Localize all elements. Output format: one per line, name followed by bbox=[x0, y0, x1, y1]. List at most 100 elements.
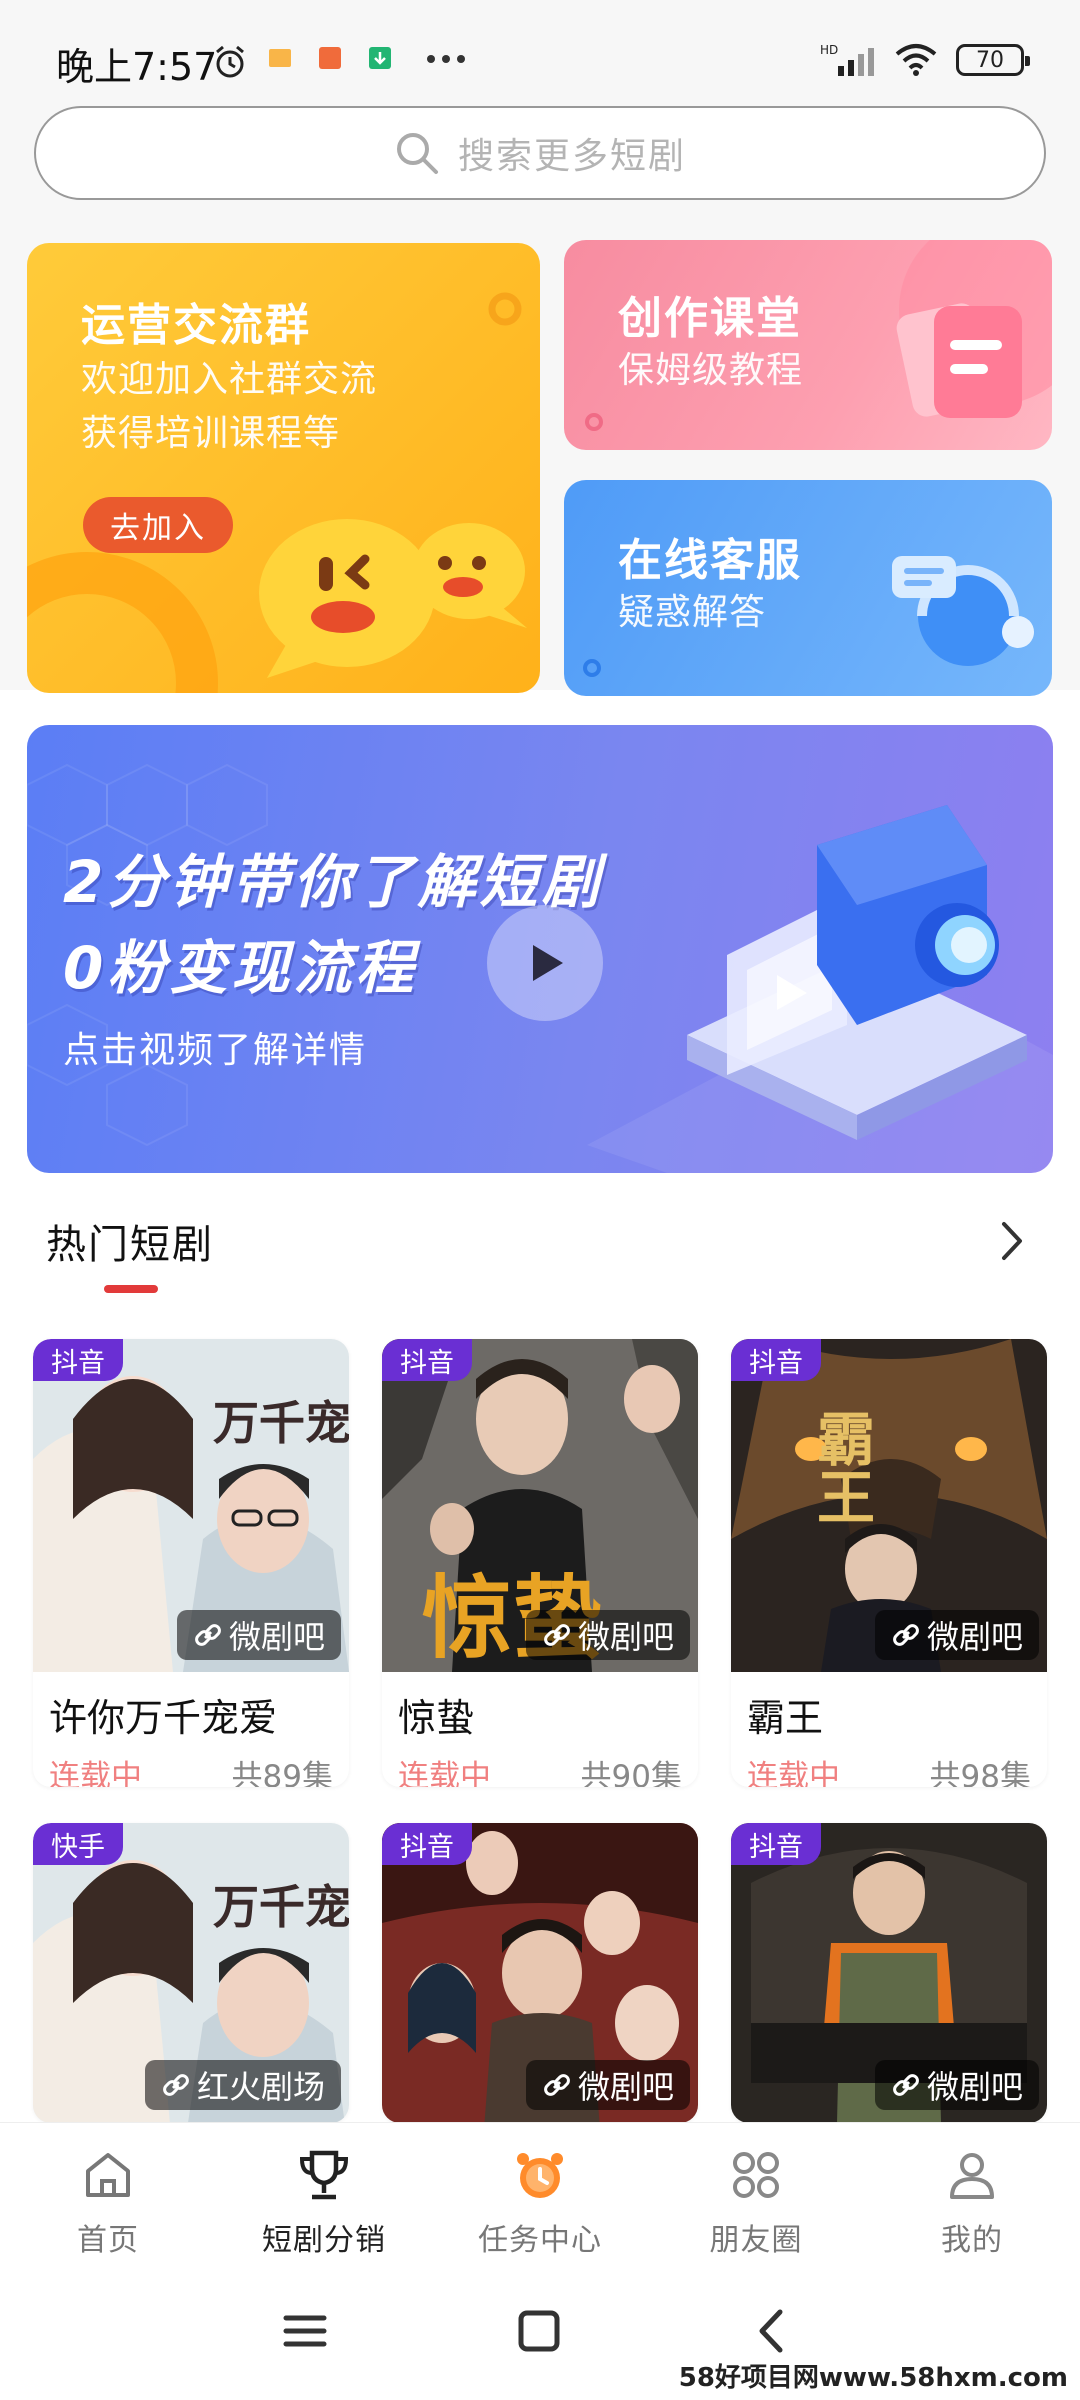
source-badge: 微剧吧 bbox=[874, 2060, 1039, 2110]
nav-drama-distribution[interactable]: 短剧分销 bbox=[216, 2123, 432, 2261]
service-card-subtitle: 疑惑解答 bbox=[618, 592, 767, 633]
source-badge: 红火剧场 bbox=[144, 2060, 341, 2110]
drama-poster[interactable]: 惊蛰 抖音 微剧吧 bbox=[382, 1339, 698, 1672]
link-icon bbox=[163, 2074, 189, 2096]
source-label: 微剧吧 bbox=[926, 2068, 1023, 2106]
drama-title: 惊蛰 bbox=[398, 1696, 475, 1740]
drama-episodes: 共89集 bbox=[231, 1759, 333, 1787]
source-label: 微剧吧 bbox=[577, 2068, 674, 2106]
banner-headline-1: 2分钟带你了解短剧 bbox=[63, 848, 604, 916]
community-group-card[interactable]: 运营交流群 欢迎加入社群交流 获得培训课程等 去加入 bbox=[27, 243, 540, 693]
status-time: 晚上7:57 bbox=[56, 45, 218, 89]
battery-indicator: 70 bbox=[956, 44, 1030, 76]
alarm-clock-icon bbox=[517, 2153, 563, 2198]
status-bar: 晚上7:57 HD 70 bbox=[0, 0, 1080, 96]
drama-poster[interactable]: 抖音 微剧吧 bbox=[382, 1823, 698, 2123]
nav-profile[interactable]: 我的 bbox=[864, 2123, 1080, 2261]
join-button[interactable]: 去加入 bbox=[83, 497, 233, 553]
nav-label: 我的 bbox=[941, 2223, 1003, 2258]
drama-poster[interactable]: 万千宠爱 快手 红火剧场 bbox=[33, 1823, 349, 2123]
svg-text:万千宠爱: 万千宠爱 bbox=[213, 1396, 349, 1450]
drama-card[interactable]: 抖音 微剧吧 bbox=[731, 1823, 1047, 2123]
online-service-card[interactable]: 在线客服 疑惑解答 bbox=[564, 480, 1052, 696]
home-button-icon[interactable] bbox=[504, 2296, 574, 2366]
drama-title: 许你万千宠爱 bbox=[49, 1696, 278, 1740]
platform-badge: 快手 bbox=[33, 1823, 123, 1865]
svg-text:万千宠爱: 万千宠爱 bbox=[213, 1880, 349, 1934]
course-card-subtitle: 保姆级教程 bbox=[618, 350, 804, 391]
source-badge: 微剧吧 bbox=[874, 1610, 1039, 1660]
drama-episodes: 共90集 bbox=[580, 1759, 682, 1787]
grid-apps-icon bbox=[733, 2152, 779, 2198]
banner-subtitle: 点击视频了解详情 bbox=[63, 1030, 368, 1071]
drama-poster[interactable]: 抖音 微剧吧 bbox=[731, 1823, 1047, 2123]
nav-label: 朋友圈 bbox=[709, 2223, 803, 2258]
video-camera-illustration bbox=[687, 805, 1027, 1140]
customer-service-icon bbox=[892, 556, 1034, 666]
drama-card[interactable]: 万千宠爱 快手 红火剧场 bbox=[33, 1823, 349, 2123]
decor-dot bbox=[585, 413, 603, 431]
search-area: 搜索更多短剧 bbox=[0, 96, 1080, 220]
drama-status: 连载中 bbox=[49, 1759, 142, 1787]
link-icon bbox=[893, 2074, 919, 2096]
nav-moments[interactable]: 朋友圈 bbox=[648, 2123, 864, 2261]
drama-card[interactable]: 抖音 微剧吧 bbox=[382, 1823, 698, 2123]
link-icon bbox=[544, 2074, 570, 2096]
svg-text:HD: HD bbox=[820, 43, 838, 57]
drama-status: 连载中 bbox=[398, 1759, 491, 1787]
chevron-right-icon[interactable] bbox=[992, 1216, 1032, 1266]
community-card-title: 运营交流群 bbox=[81, 300, 311, 351]
drama-status: 连载中 bbox=[747, 1759, 840, 1787]
nav-label: 短剧分销 bbox=[262, 2223, 386, 2258]
platform-badge: 抖音 bbox=[731, 1823, 821, 1865]
source-label: 微剧吧 bbox=[577, 1618, 674, 1656]
alarm-icon bbox=[216, 45, 244, 78]
watermark-text: 58好项目网www.58hxm.com bbox=[672, 2355, 1074, 2396]
decor-dot bbox=[488, 292, 522, 326]
play-button[interactable] bbox=[487, 905, 603, 1021]
search-icon bbox=[396, 133, 438, 174]
notes-notification-icon bbox=[269, 49, 291, 67]
source-badge: 微剧吧 bbox=[525, 2060, 690, 2110]
platform-badge: 抖音 bbox=[33, 1339, 123, 1381]
drama-card[interactable]: 惊蛰 抖音 微剧吧 惊蛰 连载中 共90集 bbox=[382, 1339, 698, 1787]
status-indicators: HD 70 bbox=[820, 40, 1030, 80]
link-icon bbox=[544, 1624, 570, 1646]
promo-video-banner[interactable]: 2分钟带你了解短剧 0粉变现流程 点击视频了解详情 bbox=[27, 725, 1053, 1173]
source-badge: 微剧吧 bbox=[525, 1610, 690, 1660]
link-icon bbox=[893, 1624, 919, 1646]
drama-poster[interactable]: 万千宠爱 抖音 微剧吧 bbox=[33, 1339, 349, 1672]
source-label: 微剧吧 bbox=[926, 1618, 1023, 1656]
user-icon bbox=[950, 2153, 994, 2199]
more-notifications-icon bbox=[427, 55, 465, 63]
drama-episodes: 共98集 bbox=[929, 1759, 1031, 1787]
decor-ring bbox=[27, 552, 218, 693]
source-badge: 微剧吧 bbox=[176, 1610, 341, 1660]
hot-dramas-title: 热门短剧 bbox=[46, 1222, 214, 1268]
course-card-title: 创作课堂 bbox=[618, 293, 802, 344]
platform-badge: 抖音 bbox=[731, 1339, 821, 1381]
source-label: 红火剧场 bbox=[196, 2068, 325, 2106]
creation-course-card[interactable]: 创作课堂 保姆级教程 bbox=[564, 240, 1052, 450]
drama-card[interactable]: 霸王 抖音 微剧吧 霸王 连载中 共98集 bbox=[731, 1339, 1047, 1787]
nav-label: 任务中心 bbox=[478, 2223, 602, 2258]
nav-label: 首页 bbox=[77, 2223, 139, 2258]
platform-badge: 抖音 bbox=[382, 1823, 472, 1865]
platform-badge: 抖音 bbox=[382, 1339, 472, 1381]
shopping-notification-icon bbox=[319, 47, 341, 69]
banner-headline-2: 0粉变现流程 bbox=[63, 934, 418, 1002]
trophy-icon bbox=[299, 2150, 349, 2200]
menu-icon[interactable] bbox=[270, 2296, 340, 2366]
svg-text:霸王: 霸王 bbox=[807, 1409, 875, 1525]
community-card-line1: 欢迎加入社群交流 bbox=[81, 359, 378, 400]
source-label: 微剧吧 bbox=[228, 1618, 325, 1656]
download-notification-icon bbox=[369, 47, 391, 69]
drama-card[interactable]: 万千宠爱 抖音 微剧吧 许你万千宠爱 连载中 共89集 bbox=[33, 1339, 349, 1787]
nav-home[interactable]: 首页 bbox=[0, 2123, 216, 2261]
drama-poster[interactable]: 霸王 抖音 微剧吧 bbox=[731, 1339, 1047, 1672]
nav-task-center[interactable]: 任务中心 bbox=[432, 2123, 648, 2261]
signal-icon: HD bbox=[820, 43, 874, 76]
search-input[interactable]: 搜索更多短剧 bbox=[34, 106, 1046, 200]
course-book-icon bbox=[896, 303, 1022, 418]
community-card-line2: 获得培训课程等 bbox=[81, 413, 341, 454]
